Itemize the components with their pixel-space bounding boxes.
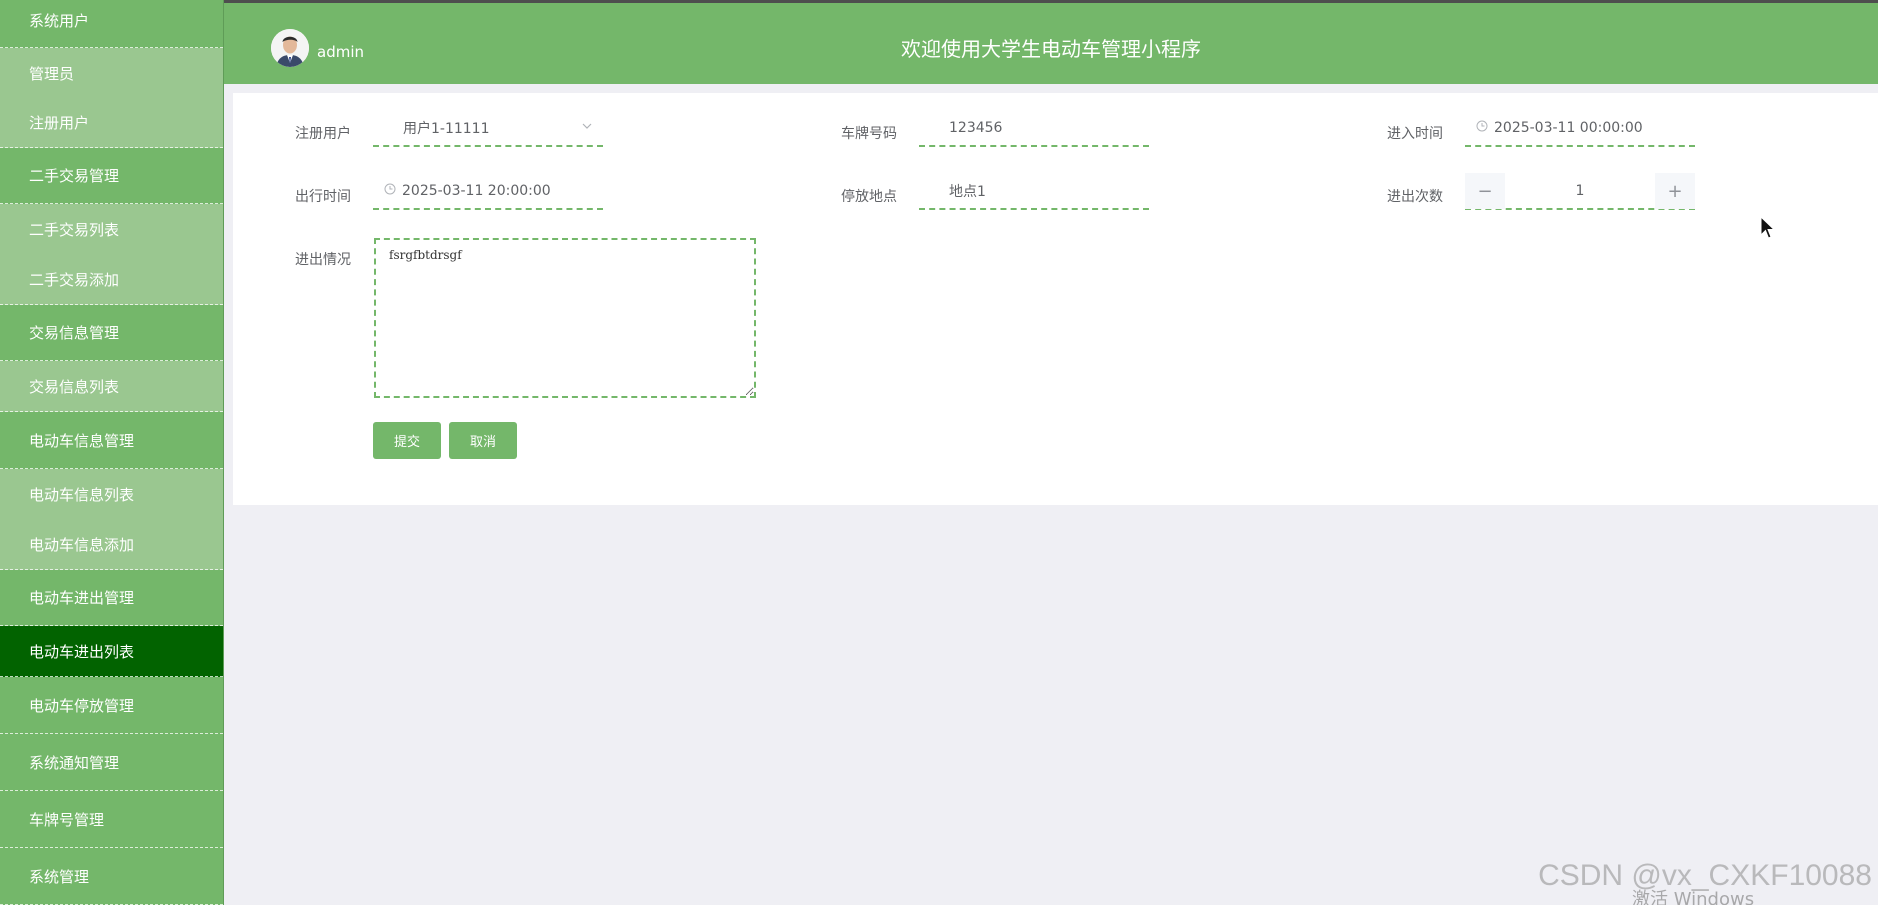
location-input-value: 地点1 — [949, 183, 986, 200]
menu-label: 管理员 — [29, 64, 75, 83]
user-label: 注册用户 — [295, 126, 351, 142]
activate-windows-text: 激活 Windows — [1632, 889, 1755, 905]
submit-button[interactable]: 提交 — [373, 422, 441, 459]
status-textarea[interactable]: fsrgfbtdrsgf — [374, 238, 756, 398]
menu-ebike-access-list[interactable]: 电动车进出列表 — [0, 626, 223, 677]
menu-label: 电动车信息管理 — [29, 431, 135, 450]
form-panel: 注册用户 用户1-11111 车牌号码 123456 进入时间 2025-03-… — [233, 93, 1878, 505]
sidebar: 系统用户 管理员 注册用户 二手交易管理 二手交易列表 二手交易添加 交易信息管… — [0, 0, 224, 905]
menu-second-hand-trade[interactable]: 二手交易管理 — [0, 148, 223, 204]
user-select[interactable]: 用户1-11111 — [373, 110, 603, 147]
status-label: 进出情况 — [295, 252, 351, 268]
location-input[interactable]: 地点1 — [919, 173, 1149, 210]
location-label: 停放地点 — [841, 189, 897, 205]
exit-time-picker[interactable]: 2025-03-11 20:00:00 — [373, 173, 603, 210]
menu-ebike-info-list[interactable]: 电动车信息列表 — [0, 469, 223, 519]
enter-time-value: 2025-03-11 00:00:00 — [1494, 119, 1643, 136]
user-select-value: 用户1-11111 — [403, 120, 490, 137]
menu-label: 交易信息列表 — [29, 377, 120, 396]
mouse-cursor-icon — [1760, 215, 1776, 244]
menu-ebike-info[interactable]: 电动车信息管理 — [0, 412, 223, 469]
count-label: 进出次数 — [1387, 189, 1443, 205]
menu-label: 注册用户 — [29, 114, 90, 132]
increment-button[interactable]: + — [1655, 173, 1695, 209]
menu-system-users[interactable]: 系统用户 — [0, 0, 223, 48]
enter-time-picker[interactable]: 2025-03-11 00:00:00 — [1465, 110, 1695, 147]
menu-label: 二手交易列表 — [29, 220, 120, 239]
menu-ebike-info-add[interactable]: 电动车信息添加 — [0, 519, 223, 570]
menu-label: 二手交易添加 — [29, 270, 120, 289]
menu-label: 电动车信息列表 — [29, 485, 135, 504]
menu-label: 电动车进出列表 — [29, 642, 135, 661]
plate-label: 车牌号码 — [841, 126, 897, 142]
clock-icon — [384, 183, 396, 199]
chevron-down-icon — [581, 120, 593, 135]
menu-trade-info-list[interactable]: 交易信息列表 — [0, 361, 223, 412]
exit-time-label: 出行时间 — [295, 189, 351, 205]
enter-time-label: 进入时间 — [1387, 126, 1443, 142]
plate-input-value: 123456 — [949, 119, 1003, 136]
clock-icon — [1476, 120, 1488, 136]
page-title: 欢迎使用大学生电动车管理小程序 — [901, 37, 1201, 61]
cancel-button[interactable]: 取消 — [449, 422, 517, 459]
exit-time-value: 2025-03-11 20:00:00 — [402, 182, 551, 199]
menu-label: 系统用户 — [29, 12, 90, 30]
menu-trade-info[interactable]: 交易信息管理 — [0, 305, 223, 361]
plate-input[interactable]: 123456 — [919, 110, 1149, 147]
decrement-button[interactable]: − — [1465, 173, 1505, 209]
menu-second-hand-add[interactable]: 二手交易添加 — [0, 254, 223, 305]
menu-ebike-access[interactable]: 电动车进出管理 — [0, 570, 223, 626]
menu-second-hand-list[interactable]: 二手交易列表 — [0, 204, 223, 254]
menu-label: 交易信息管理 — [29, 324, 120, 342]
count-value[interactable]: 1 — [1505, 173, 1655, 209]
menu-label: 电动车停放管理 — [29, 696, 135, 715]
menu-label: 系统通知管理 — [29, 753, 120, 772]
menu-registered-users[interactable]: 注册用户 — [0, 98, 223, 148]
menu-label: 车牌号管理 — [29, 810, 105, 829]
menu-label: 电动车进出管理 — [29, 589, 135, 607]
menu-label: 系统管理 — [29, 867, 90, 886]
menu-system-management[interactable]: 系统管理 — [0, 848, 223, 905]
menu-system-notice[interactable]: 系统通知管理 — [0, 734, 223, 791]
menu-label: 电动车信息添加 — [29, 535, 135, 554]
menu-label: 二手交易管理 — [29, 167, 120, 185]
menu-ebike-parking[interactable]: 电动车停放管理 — [0, 677, 223, 734]
menu-admin[interactable]: 管理员 — [0, 48, 223, 98]
count-stepper[interactable]: − 1 + — [1465, 173, 1695, 210]
menu-plate-number[interactable]: 车牌号管理 — [0, 791, 223, 848]
top-header: admin 欢迎使用大学生电动车管理小程序 — [224, 0, 1878, 84]
